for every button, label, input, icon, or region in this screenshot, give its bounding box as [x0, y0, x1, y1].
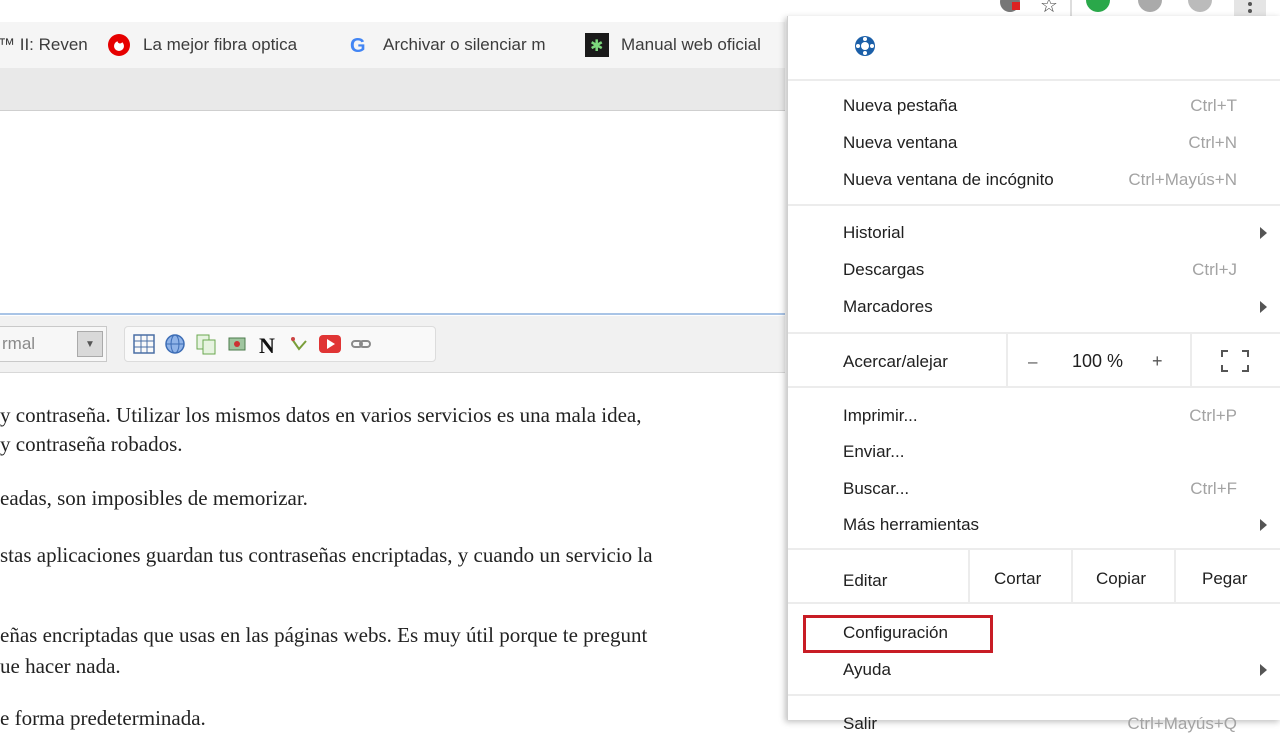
shortcut-print: Ctrl+P: [1189, 406, 1237, 425]
shortcut-incognito: Ctrl+Mayús+N: [1128, 170, 1237, 189]
format-select-value: rmal: [2, 334, 36, 353]
format-select[interactable]: rmal ▼: [0, 326, 107, 362]
paste-button[interactable]: Pegar: [1202, 569, 1247, 589]
svg-text:☆: ☆: [1040, 0, 1058, 16]
zoom-out-button[interactable]: –: [1028, 352, 1037, 372]
bookmark-item[interactable]: La mejor fibra optica: [107, 32, 297, 58]
menu-item-zoom: Acercar/alejar: [843, 352, 948, 371]
zoom-in-button[interactable]: +: [1152, 351, 1163, 372]
menu-item-downloads[interactable]: Descargas: [843, 260, 924, 280]
bookmark-label: ™ II: Reven: [0, 35, 88, 54]
paragraph-line: eadas, son imposibles de memorizar.: [0, 486, 308, 510]
menu-separator: [788, 548, 1280, 550]
menu-item-cast[interactable]: Enviar...: [843, 442, 904, 462]
editor-tool-group: N: [124, 326, 436, 362]
fullscreen-icon[interactable]: [1220, 349, 1250, 378]
copy-icon[interactable]: [194, 332, 218, 356]
bookmark-item[interactable]: ✱ Manual web oficial: [585, 32, 761, 58]
menu-item-find[interactable]: Buscar...: [843, 479, 909, 499]
manual-icon: ✱: [585, 33, 609, 57]
svg-text:✱: ✱: [590, 38, 603, 55]
menu-item-print[interactable]: Imprimir...: [843, 406, 918, 426]
zoom-level: 100 %: [1072, 351, 1124, 371]
settings-highlight-box: [803, 615, 993, 653]
bookmark-label: Archivar o silenciar m: [383, 35, 546, 54]
submenu-arrow-icon: [1260, 301, 1267, 313]
article-content: y contraseña. Utilizar los mismos datos …: [0, 373, 785, 730]
menu-separator: [788, 602, 1280, 604]
menu-item-incognito[interactable]: Nueva ventana de incógnito: [843, 170, 1054, 190]
cut-button[interactable]: Cortar: [994, 569, 1041, 589]
google-icon: G: [347, 33, 371, 57]
menu-item-bookmarks[interactable]: Marcadores: [843, 297, 933, 317]
browser-action-icons: ☆: [990, 0, 1280, 17]
menu-item-new-tab[interactable]: Nueva pestaña: [843, 96, 957, 116]
extension-icon[interactable]: [853, 34, 877, 63]
plugin-icon[interactable]: [225, 332, 249, 356]
shortcut-new-tab: Ctrl+T: [1190, 96, 1237, 115]
paragraph-line: stas aplicaciones guardan tus contraseña…: [0, 543, 653, 567]
menu-item-edit: Editar: [843, 571, 888, 590]
page-blank-area: [0, 111, 785, 311]
svg-text:N: N: [259, 333, 275, 355]
page-header-bar: [0, 68, 785, 111]
menu-separator: [788, 204, 1280, 206]
menu-item-help[interactable]: Ayuda: [843, 660, 891, 680]
bookmark-item[interactable]: G Archivar o silenciar m: [347, 32, 546, 58]
bookmark-item[interactable]: ™ II: Reven: [0, 32, 88, 58]
zoom-divider: [1190, 334, 1192, 386]
paragraph-line: ue hacer nada.: [0, 654, 121, 678]
n-icon[interactable]: N: [256, 332, 280, 356]
shortcut-find: Ctrl+F: [1190, 479, 1237, 498]
copy-button[interactable]: Copiar: [1096, 569, 1146, 589]
menu-separator: [788, 386, 1280, 388]
paragraph-line: eñas encriptadas que usas en las páginas…: [0, 623, 648, 647]
paragraph-line: y contraseña. Utilizar los mismos datos …: [0, 403, 642, 427]
bookmarks-bar: ™ II: Reven La mejor fibra optica G Arch…: [0, 22, 785, 69]
bookmark-label: Manual web oficial: [621, 35, 761, 54]
globe-icon[interactable]: [163, 332, 187, 356]
submenu-arrow-icon: [1260, 227, 1267, 239]
shortcut-exit: Ctrl+Mayús+Q: [1127, 714, 1237, 733]
youtube-icon[interactable]: [318, 332, 342, 356]
menu-item-more-tools[interactable]: Más herramientas: [843, 515, 979, 535]
editor-toolbar: rmal ▼ N: [0, 316, 785, 373]
link-icon[interactable]: [349, 332, 373, 356]
vodafone-icon: [107, 33, 131, 57]
zoom-divider: [1006, 334, 1008, 386]
menu-item-new-window[interactable]: Nueva ventana: [843, 133, 957, 153]
paragraph-line: e forma predeterminada.: [0, 706, 206, 730]
shortcut-new-window: Ctrl+N: [1188, 133, 1237, 152]
menu-separator: [788, 332, 1280, 334]
paragraph-line: y contraseña robados.: [0, 432, 183, 456]
submenu-arrow-icon: [1260, 664, 1267, 676]
menu-separator: [788, 694, 1280, 696]
submenu-arrow-icon: [1260, 519, 1267, 531]
edit-divider: [1071, 550, 1073, 602]
menu-separator: [788, 79, 1280, 81]
leaf-icon[interactable]: [287, 332, 311, 356]
edit-divider: [1174, 550, 1176, 602]
edit-divider: [968, 550, 970, 602]
editor-border: [0, 313, 785, 315]
shortcut-downloads: Ctrl+J: [1192, 260, 1237, 279]
bookmark-label: La mejor fibra optica: [143, 35, 298, 54]
menu-item-history[interactable]: Historial: [843, 223, 904, 243]
svg-text:G: G: [350, 35, 366, 57]
chevron-down-icon[interactable]: ▼: [77, 331, 103, 357]
menu-item-exit[interactable]: Salir: [843, 714, 877, 734]
table-icon[interactable]: [132, 332, 156, 356]
extension-icons: ☆: [1000, 0, 1266, 17]
